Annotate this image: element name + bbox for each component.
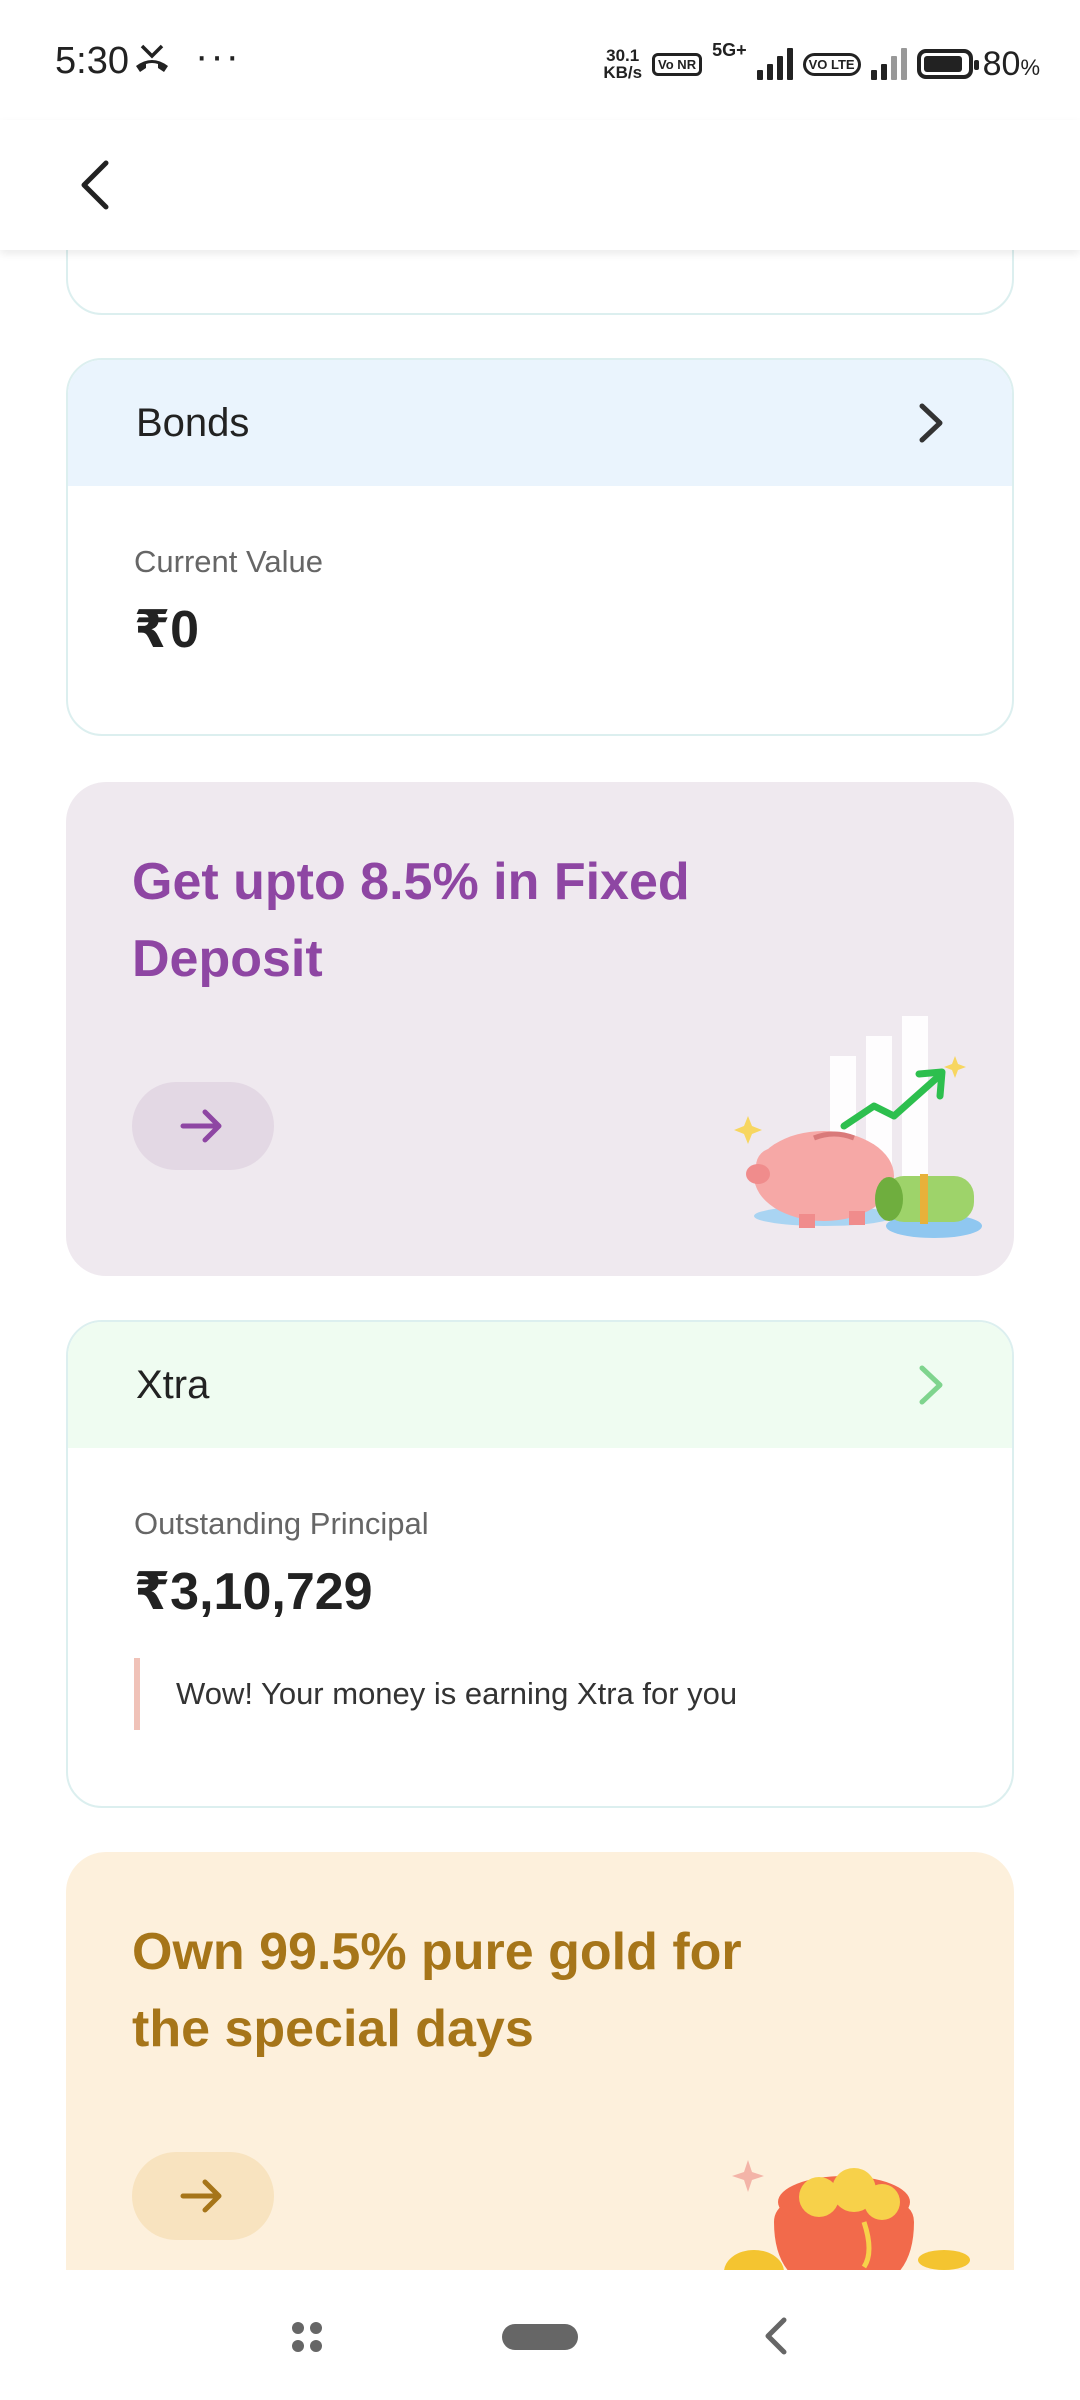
status-time: 5:30 [55, 40, 129, 82]
status-bar: 5:30 ··· 30.1 KB/s Vo NR 5G+ VO LTE 80% [0, 0, 1080, 120]
gold-promo-arrow-button[interactable] [132, 2152, 274, 2240]
gold-promo[interactable]: Own 99.5% pure gold for the special days [66, 1852, 1014, 2270]
network-speed-value: 30.1 [606, 46, 640, 65]
status-overflow-icon: ··· [195, 34, 241, 78]
chevron-right-icon[interactable] [912, 1360, 952, 1410]
fd-promo-arrow-button[interactable] [132, 1082, 274, 1170]
network-speed: 30.1 KB/s [603, 47, 642, 81]
home-pill-icon[interactable] [502, 2324, 578, 2350]
status-indicators: 30.1 KB/s Vo NR 5G+ VO LTE 80% [603, 40, 1040, 88]
signal-strength-icon [756, 48, 793, 80]
fd-promo-title: Get upto 8.5% in Fixed Deposit [132, 853, 690, 988]
outstanding-principal-value: ₹3,10,729 [134, 1563, 373, 1621]
bonds-current-value-label: Current Value [134, 544, 323, 579]
vonr-tag: Vo NR [652, 52, 703, 76]
apps-icon[interactable] [290, 2320, 324, 2354]
battery-icon [916, 49, 979, 79]
gold-promo-title: Own 99.5% pure gold for the special days [132, 1923, 742, 2058]
five-g-label: 5G+ [712, 40, 747, 60]
bonds-current-value: ₹0 [134, 601, 200, 659]
chevron-left-icon[interactable] [60, 145, 140, 225]
arrow-right-icon [180, 1109, 222, 1143]
missed-call-icon [136, 44, 168, 72]
xtra-earning-note: Wow! Your money is earning Xtra for you [134, 1658, 946, 1730]
battery-percent-value: 80 [982, 44, 1021, 83]
battery-percent: 80% [982, 44, 1040, 83]
back-icon[interactable] [756, 2314, 796, 2358]
signal-strength-2-icon [870, 48, 907, 80]
bonds-card-header[interactable]: Bonds [68, 360, 1012, 486]
chevron-right-icon[interactable] [912, 398, 952, 448]
xtra-card-body: Outstanding Principal ₹3,10,729 Wow! You… [68, 1448, 1012, 1788]
xtra-card[interactable]: Xtra Outstanding Principal ₹3,10,729 Wow… [66, 1320, 1014, 1808]
piggy-bank-growth-illustration [734, 1016, 982, 1238]
fixed-deposit-promo[interactable]: Get upto 8.5% in Fixed Deposit [66, 782, 1014, 1276]
previous-card [66, 250, 1014, 315]
system-nav-bar [0, 2270, 1080, 2400]
bonds-card-body: Current Value ₹0 [68, 486, 1012, 718]
xtra-card-header[interactable]: Xtra [68, 1322, 1012, 1448]
battery-level [923, 56, 962, 72]
arrow-right-icon [180, 2179, 222, 2213]
outstanding-principal-label: Outstanding Principal [134, 1506, 429, 1541]
bonds-card[interactable]: Bonds Current Value ₹0 [66, 358, 1014, 736]
app-header [0, 120, 1080, 250]
xtra-title: Xtra [136, 1362, 210, 1407]
volte-tag: VO LTE [802, 52, 861, 76]
bonds-title: Bonds [136, 400, 250, 445]
network-speed-unit: KB/s [603, 63, 643, 82]
portfolio-scroll-area[interactable]: Bonds Current Value ₹0 Get upto 8.5% in … [0, 250, 1080, 2270]
gold-pouch-illustration [724, 2160, 970, 2270]
